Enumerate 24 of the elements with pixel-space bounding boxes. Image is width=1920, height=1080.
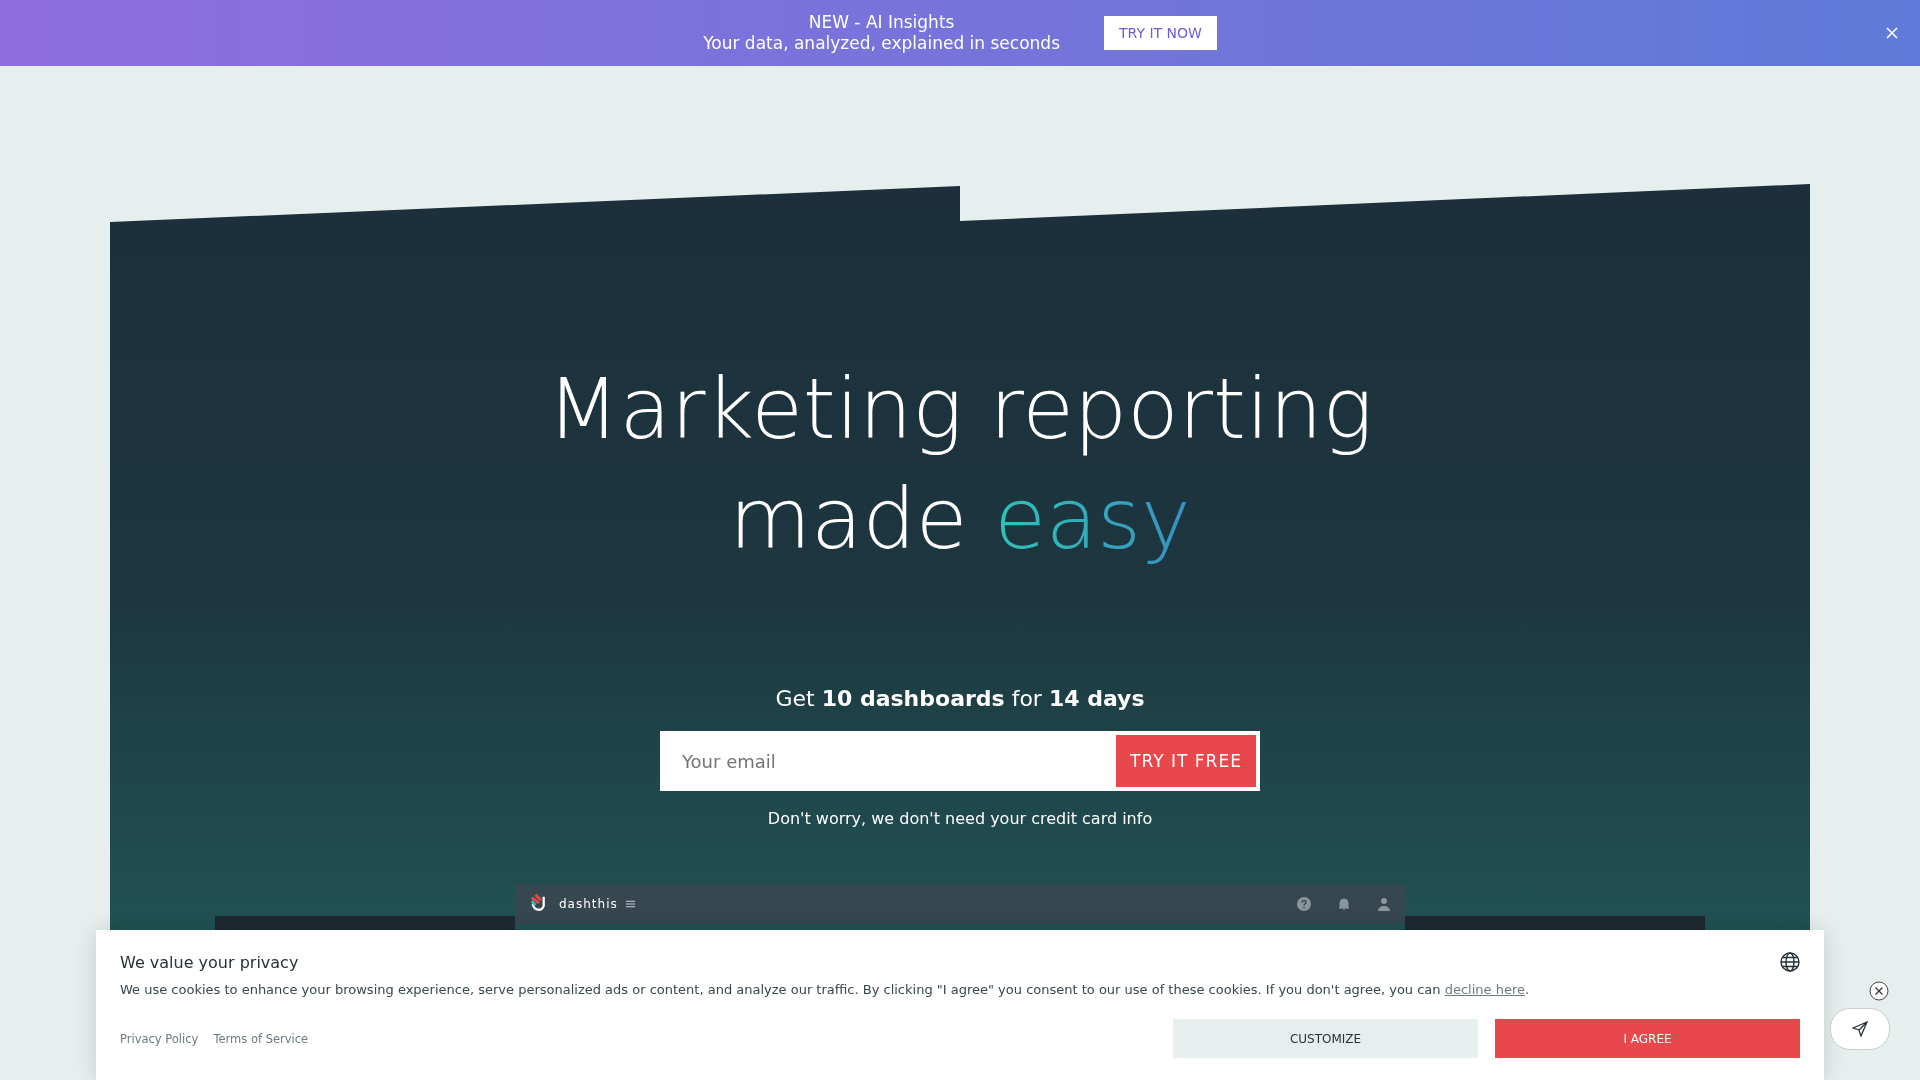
cookie-title: We value your privacy	[120, 952, 299, 972]
decline-link[interactable]: decline here	[1444, 982, 1525, 997]
hero-heading: Marketing reporting made easy	[546, 359, 1374, 570]
close-icon[interactable]	[1869, 981, 1889, 1001]
footer-link[interactable]: Terms of Service	[213, 1031, 309, 1046]
chat-widget[interactable]	[1830, 1008, 1890, 1050]
brand-name: dashthis	[559, 897, 618, 911]
announcement-subtitle: Your data, analyzed, explained in seconds	[703, 33, 1060, 54]
email-field[interactable]: Your email	[660, 731, 1112, 791]
help-icon[interactable]	[1297, 897, 1311, 911]
footer-link[interactable]: Privacy Policy	[120, 1031, 199, 1046]
customize-button[interactable]: CUSTOMIZE	[1173, 1019, 1478, 1058]
globe-icon[interactable]	[1780, 952, 1800, 972]
user-icon[interactable]	[1377, 897, 1391, 911]
menu-icon[interactable]	[625, 900, 635, 908]
cookie-text: We use cookies to enhance your browsing experience, serve personalized ads or content, and analyze our traffic. By clicking "I agree" you consent to our use of these cookies. If you don't agree, you can decline here.	[120, 982, 1531, 997]
send-icon[interactable]	[1852, 1021, 1868, 1037]
credit-card-note: Don't worry, we don't need your credit card info	[767, 809, 1153, 828]
offer-text: Get 10 dashboards for 14 days	[775, 686, 1145, 711]
try-it-free-button[interactable]: TRY IT FREE	[1112, 731, 1260, 791]
announcement-title: NEW - AI Insights	[808, 12, 955, 33]
bell-icon[interactable]	[1337, 897, 1351, 911]
agree-button[interactable]: I AGREE	[1495, 1019, 1800, 1058]
try-it-now-button[interactable]: TRY IT NOW	[1104, 16, 1217, 50]
